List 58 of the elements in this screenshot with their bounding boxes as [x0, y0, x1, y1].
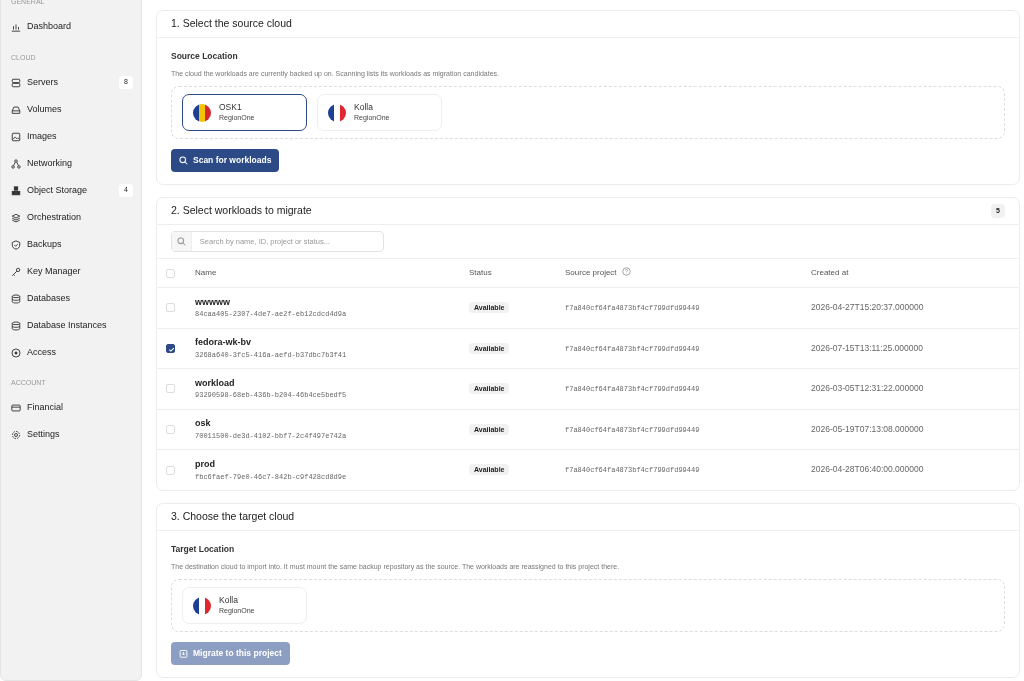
column-header: Status — [469, 268, 492, 277]
row-checkbox[interactable] — [166, 343, 175, 353]
search-icon — [176, 237, 186, 246]
workload-name: osk — [195, 417, 212, 431]
column-header: Name — [195, 268, 217, 277]
sidebar-item[interactable]: Backups — [11, 231, 133, 258]
created-date: 2026-04-28T06:40:00.000000 — [811, 464, 924, 475]
target-icon — [11, 347, 21, 358]
workload-name: workload — [195, 376, 236, 390]
import-icon — [179, 649, 188, 659]
sidebar-item[interactable]: Key Manager — [11, 258, 133, 285]
sidebar-item[interactable]: Dashboard — [11, 13, 133, 41]
cubes-icon — [11, 185, 21, 196]
layers-icon — [11, 212, 21, 223]
section-title: 3. Choose the target cloud — [171, 509, 295, 525]
created-date: 2026-03-05T12:31:22.000000 — [811, 383, 924, 393]
sidebar-item[interactable]: Orchestration — [11, 204, 133, 231]
sidebar-item[interactable]: Databases — [11, 285, 133, 312]
section-title: 2. Select workloads to migrate — [171, 203, 312, 219]
flag-icon — [193, 596, 211, 615]
created-date: 2026-07-15T13:11:25.000000 — [811, 342, 923, 353]
key-icon — [11, 266, 21, 277]
select-all-checkbox[interactable] — [166, 268, 175, 278]
sidebar-item[interactable]: Settings — [11, 421, 133, 449]
help-icon[interactable] — [621, 267, 631, 276]
flag-icon — [193, 103, 211, 122]
network-icon — [11, 158, 21, 169]
settings-icon — [11, 430, 21, 440]
created-date: 2026-04-27T15:20:37.000000 — [811, 302, 924, 312]
shield-icon — [11, 239, 21, 250]
database-icon — [11, 293, 21, 304]
flag-icon — [328, 103, 346, 122]
server-icon — [11, 77, 21, 88]
location-name: Kolla — [219, 594, 239, 606]
image-icon — [11, 131, 21, 142]
sidebar-item[interactable]: Volumes — [11, 96, 133, 123]
drive-icon — [11, 104, 21, 115]
sidebar-item[interactable]: Database Instances — [11, 312, 133, 339]
sidebar-item[interactable]: Images — [11, 123, 133, 150]
section-title: 1. Select the source cloud — [171, 16, 292, 32]
workload-name: fedora-wk-bv — [195, 336, 252, 350]
field-label: Source Location — [171, 50, 239, 63]
sidebar-item[interactable]: Financial — [11, 394, 133, 422]
location-name: OSK1 — [219, 101, 243, 113]
workload-name: prod — [195, 458, 216, 471]
created-date: 2026-05-19T07:13:08.000000 — [811, 423, 924, 434]
sidebar-item[interactable]: Access — [11, 339, 133, 366]
field-label: Target Location — [171, 543, 236, 556]
column-header: Created at — [811, 268, 849, 277]
card-icon — [11, 403, 21, 413]
location-name: Kolla — [354, 101, 374, 113]
search-icon — [179, 156, 188, 166]
chart-icon — [11, 22, 21, 32]
workload-name: wwwww — [195, 295, 231, 309]
action-button[interactable]: Scan for workloads — [171, 149, 280, 172]
database-icon — [11, 320, 21, 331]
sidebar-item[interactable]: Networking — [11, 150, 133, 177]
column-header: Source project — [565, 268, 617, 277]
